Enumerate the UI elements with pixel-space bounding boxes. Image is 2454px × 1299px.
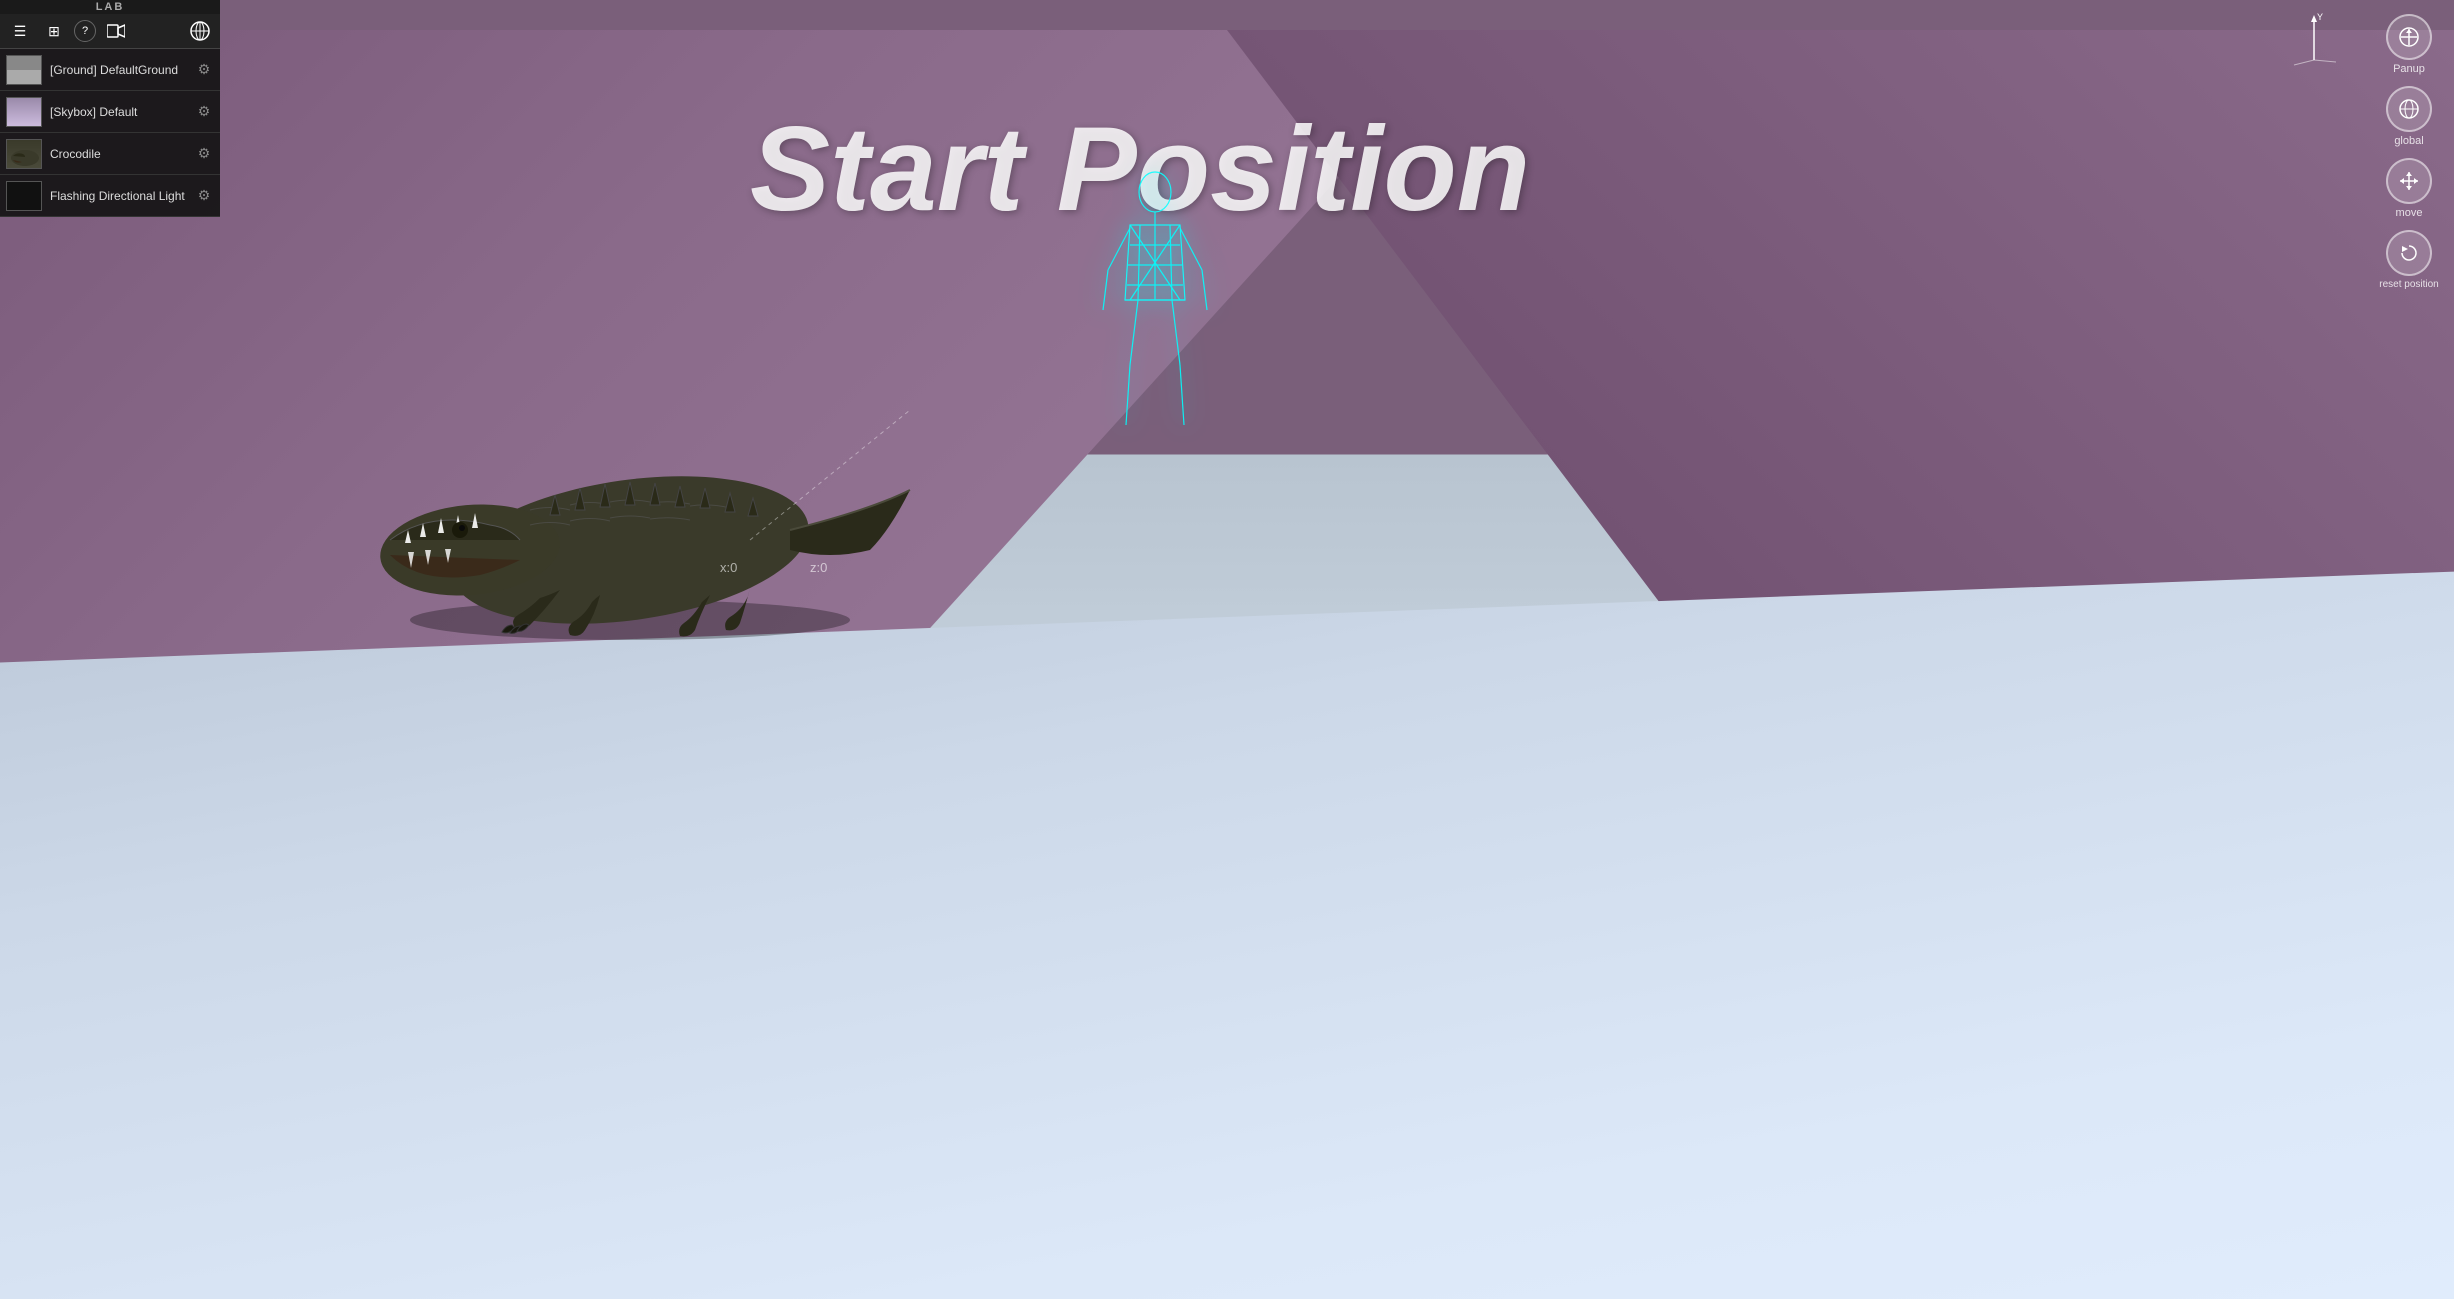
scene-item-skybox[interactable]: [Skybox] Default ⚙ [0,91,220,133]
video-button[interactable] [102,17,130,45]
move-icon [2386,158,2432,204]
app-title: LAB [96,1,125,13]
reset-position-button[interactable]: reset position [2375,226,2443,294]
axis-gizmo-svg: Y [2284,10,2344,70]
global-icon [2386,86,2432,132]
scene-label-skybox: [Skybox] Default [50,105,194,119]
humanoid-figure [1100,170,1210,430]
scene-thumb-light [6,181,42,211]
scene-thumb-ground [6,55,42,85]
scene-label-ground: [Ground] DefaultGround [50,63,194,77]
right-controls: Panup global move [2364,0,2454,304]
video-icon [107,24,125,38]
scene-item-ground[interactable]: [Ground] DefaultGround ⚙ [0,49,220,91]
globe-button[interactable] [186,17,214,45]
crocodile-svg [330,330,930,650]
globe-icon [189,20,211,42]
pan-label: Panup [2393,63,2425,75]
scene-label-croc: Crocodile [50,147,194,161]
coord-z-label: z:0 [810,560,827,575]
global-button[interactable]: global [2375,82,2443,150]
move-button[interactable]: move [2375,154,2443,222]
toolbar: ☰ ⊞ ? [0,14,220,48]
scene-item-flashing-light[interactable]: Flashing Directional Light ⚙ [0,175,220,217]
axis-gizmo: Y [2284,10,2344,75]
toolbar-title-bar: LAB [0,0,220,14]
reset-icon [2386,230,2432,276]
scene-label-flashing-light: Flashing Directional Light [50,189,194,203]
scene-settings-light[interactable]: ⚙ [194,186,214,206]
help-button[interactable]: ? [74,20,96,42]
move-label: move [2396,207,2423,219]
scene-settings-skybox[interactable]: ⚙ [194,102,214,122]
scene-settings-ground[interactable]: ⚙ [194,60,214,80]
pan-up-button[interactable]: Panup [2375,10,2443,78]
menu-button[interactable]: ☰ [6,17,34,45]
scene-thumb-croc [6,139,42,169]
svg-text:Y: Y [2317,12,2323,22]
coord-x-label: x:0 [720,560,737,575]
scene-settings-croc[interactable]: ⚙ [194,144,214,164]
pan-up-icon [2386,14,2432,60]
scene-thumb-skybox [6,97,42,127]
scene-list-panel: [Ground] DefaultGround ⚙ [Skybox] Defaul… [0,48,220,217]
humanoid-svg [1100,170,1210,430]
display-button[interactable]: ⊞ [40,17,68,45]
scene-item-crocodile[interactable]: Crocodile ⚙ [0,133,220,175]
global-label: global [2394,135,2423,147]
crocodile-model [330,330,930,650]
reset-label: reset position [2379,279,2438,290]
